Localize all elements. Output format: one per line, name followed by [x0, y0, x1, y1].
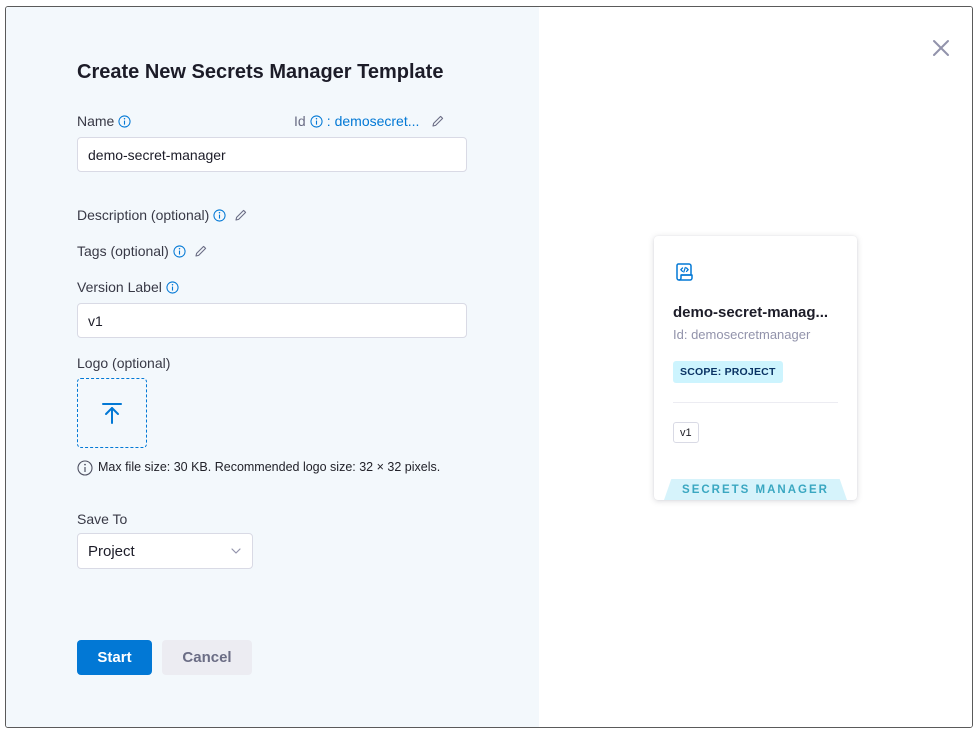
tags-info-icon[interactable] [173, 244, 186, 258]
save-to-label-row: Save To [77, 511, 127, 527]
description-info-icon[interactable] [213, 208, 226, 222]
logo-upload-button[interactable] [77, 378, 147, 448]
save-to-value: Project [88, 542, 135, 560]
id-info-icon[interactable] [310, 114, 323, 128]
template-preview-card: demo-secret-manag... Id: demosecretmanag… [654, 236, 857, 500]
cancel-button[interactable]: Cancel [162, 640, 252, 675]
name-label: Name [77, 113, 115, 129]
card-version-tag: v1 [673, 422, 699, 443]
close-icon[interactable] [930, 37, 952, 59]
dialog-title: Create New Secrets Manager Template [77, 61, 444, 83]
version-input[interactable]: v1 [77, 303, 467, 338]
edit-tags-pencil-icon[interactable] [194, 244, 208, 258]
create-template-dialog: Create New Secrets Manager Template Name… [5, 6, 973, 728]
card-template-name: demo-secret-manag... [673, 304, 829, 321]
version-label: Version Label [77, 279, 162, 295]
id-row: Id : demosecret... [294, 113, 445, 129]
logo-label-row: Logo (optional) [77, 355, 170, 371]
tags-label: Tags (optional) [77, 243, 169, 259]
name-label-row: Name [77, 113, 131, 129]
card-template-id: Id: demosecretmanager [673, 327, 811, 342]
upload-icon [102, 403, 122, 424]
save-to-label: Save To [77, 511, 128, 527]
info-icon[interactable] [118, 114, 131, 128]
form-pane: Create New Secrets Manager Template Name… [6, 7, 539, 727]
version-info-icon[interactable] [166, 280, 179, 294]
tags-label-row: Tags (optional) [77, 243, 208, 259]
start-button[interactable]: Start [77, 640, 152, 675]
chevron-down-icon [231, 548, 241, 554]
scope-badge: SCOPE: PROJECT [673, 361, 783, 383]
preview-pane: demo-secret-manag... Id: demosecretmanag… [539, 7, 972, 727]
version-label-row: Version Label [77, 279, 179, 295]
name-input[interactable]: demo-secret-manager [77, 137, 467, 172]
edit-id-pencil-icon[interactable] [431, 114, 445, 128]
save-to-select[interactable]: Project [77, 533, 253, 569]
id-value: demosecret... [334, 113, 420, 129]
logo-label: Logo (optional) [77, 355, 171, 371]
template-type-ribbon: SECRETS MANAGER [664, 479, 847, 500]
secrets-manager-icon [676, 263, 693, 281]
logo-hint: Max file size: 30 KB. Recommended logo s… [77, 459, 457, 476]
description-label-row: Description (optional) [77, 207, 248, 223]
description-label: Description (optional) [77, 207, 210, 223]
logo-hint-text: Max file size: 30 KB. Recommended logo s… [98, 460, 441, 474]
card-divider [673, 402, 838, 403]
edit-description-pencil-icon[interactable] [234, 208, 248, 222]
id-separator: : [326, 113, 331, 129]
id-label: Id [294, 113, 306, 129]
hint-info-icon [77, 460, 93, 476]
